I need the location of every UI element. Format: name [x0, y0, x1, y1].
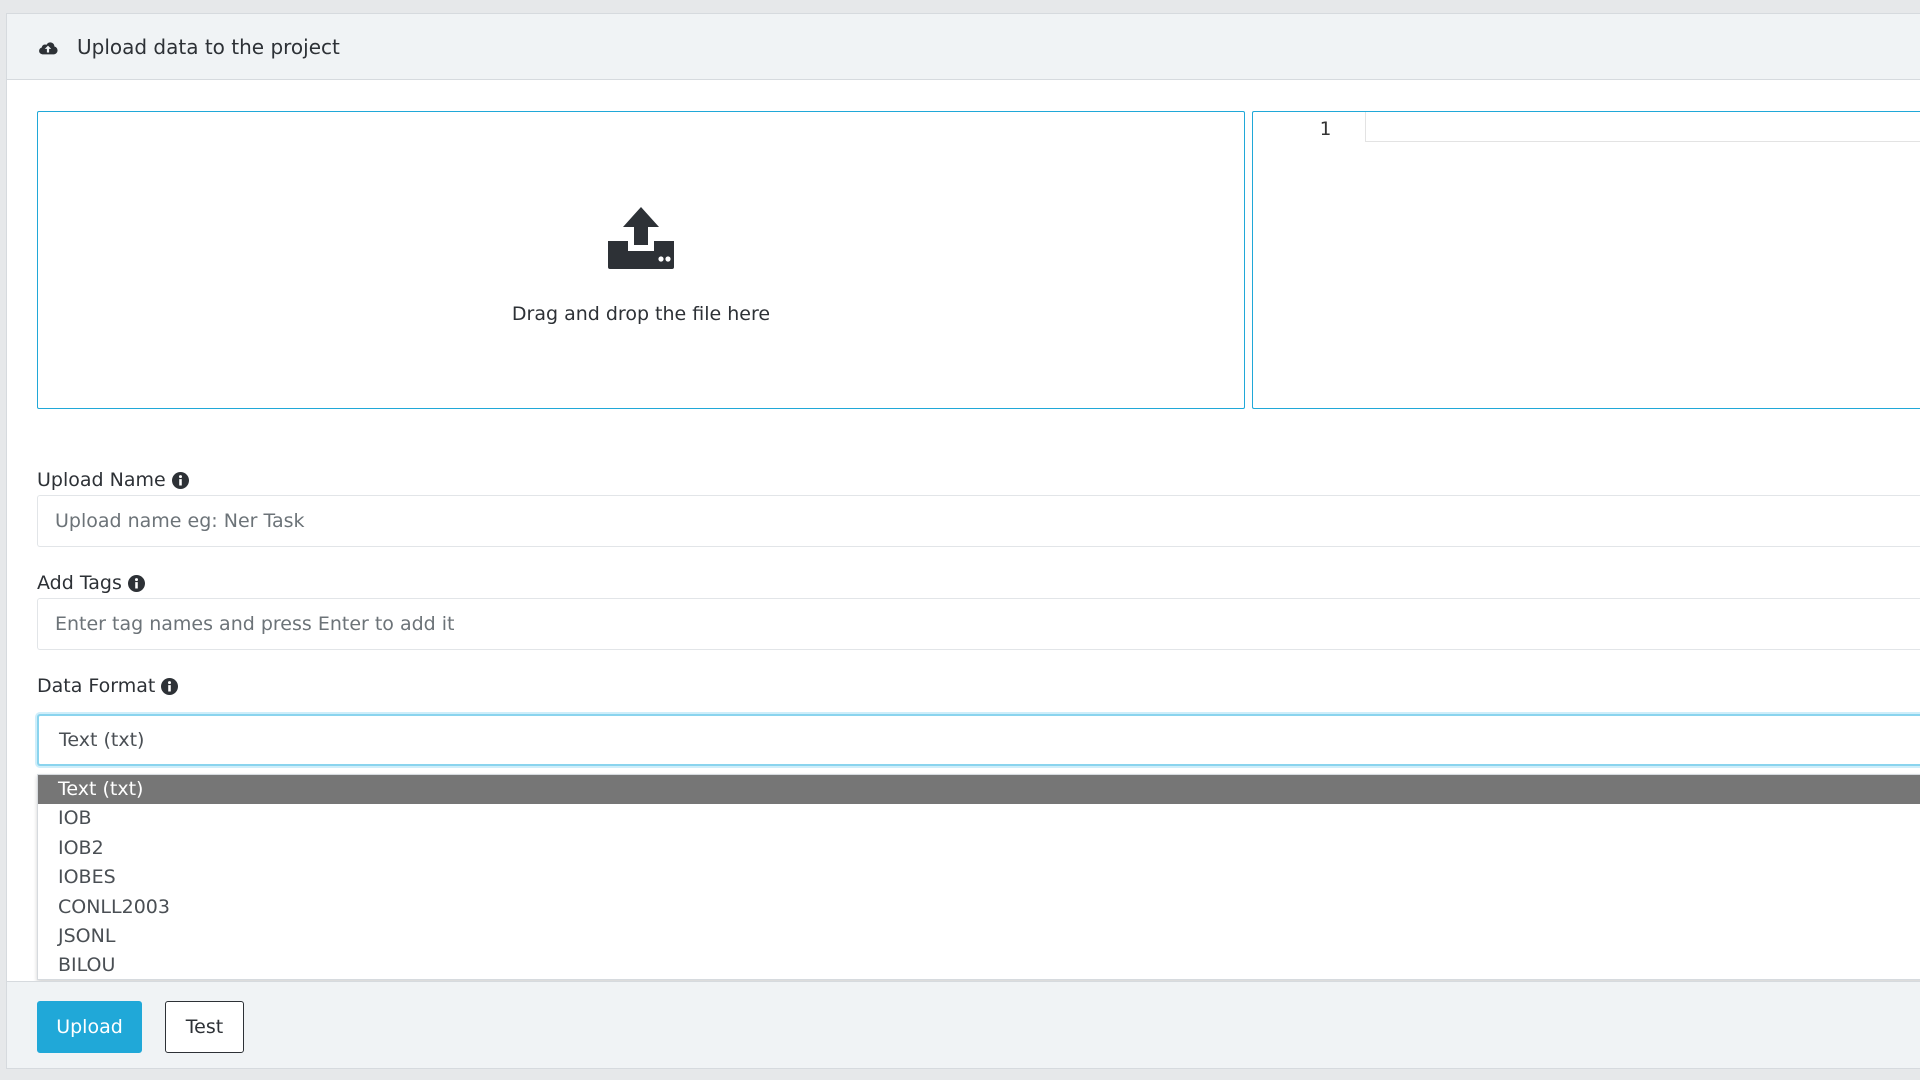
info-icon[interactable]	[161, 677, 179, 695]
dropdown-option-iob2[interactable]: IOB2	[38, 834, 1920, 863]
info-icon[interactable]	[127, 574, 145, 592]
line-number: 1	[1319, 118, 1331, 140]
dropdown-option-jsonl[interactable]: JSONL	[38, 922, 1920, 951]
upload-icon	[606, 203, 676, 273]
upload-name-label-text: Upload Name	[37, 469, 166, 491]
dropdown-option-txt[interactable]: Text (txt)	[38, 775, 1920, 805]
tags-label: Add Tags	[37, 572, 145, 594]
card-title: Upload data to the project	[77, 34, 340, 59]
test-button[interactable]: Test	[165, 1001, 244, 1053]
dropdown-option-conll2003[interactable]: CONLL2003	[38, 893, 1920, 922]
drop-zone-text: Drag and drop the file here	[511, 303, 771, 325]
data-format-dropdown: Text (txt) IOB IOB2 IOBES CONLL2003 JSON…	[37, 774, 1920, 980]
cloud-upload-icon	[37, 35, 61, 59]
dropdown-option-bilou[interactable]: BILOU	[38, 951, 1920, 980]
upload-card: Upload data to the project Drag and drop…	[6, 13, 1920, 1069]
dropdown-option-iob[interactable]: IOB	[38, 804, 1920, 833]
code-editor[interactable]: 1	[1252, 111, 1920, 409]
upload-button[interactable]: Upload	[37, 1001, 142, 1053]
data-format-label: Data Format	[37, 675, 179, 697]
file-drop-zone[interactable]: Drag and drop the file here	[37, 111, 1245, 409]
card-footer: Upload Test	[7, 981, 1920, 1068]
editor-active-line[interactable]	[1365, 112, 1920, 142]
data-format-select[interactable]: Text (txt)	[37, 714, 1920, 766]
tags-input[interactable]	[37, 598, 1920, 650]
upload-name-label: Upload Name	[37, 469, 189, 491]
data-format-selected-value: Text (txt)	[59, 729, 145, 751]
card-header: Upload data to the project	[7, 14, 1920, 80]
data-format-label-text: Data Format	[37, 675, 156, 697]
info-icon[interactable]	[171, 471, 189, 489]
upload-name-input[interactable]	[37, 495, 1920, 547]
tags-label-text: Add Tags	[37, 572, 122, 594]
dropdown-option-iobes[interactable]: IOBES	[38, 863, 1920, 892]
